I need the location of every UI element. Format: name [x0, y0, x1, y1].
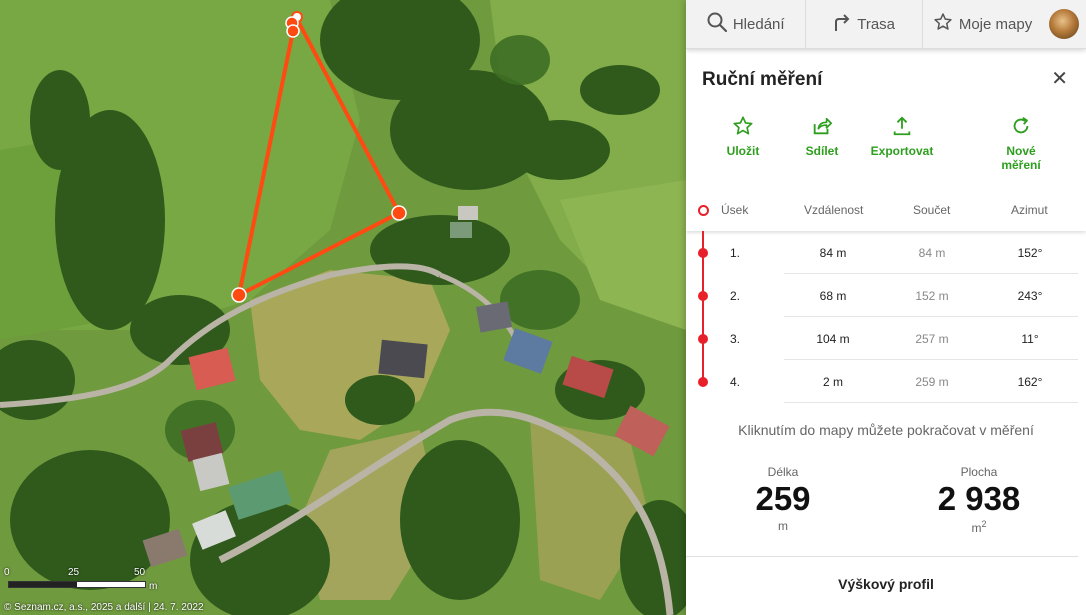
panel-title: Ruční měření — [702, 69, 823, 90]
scale-label-0: 0 — [4, 567, 10, 578]
refresh-icon — [1010, 115, 1032, 144]
length-value: 259 — [755, 480, 811, 517]
segment-distance: 68 m — [819, 289, 847, 303]
area-value: 2 938 — [937, 480, 1021, 517]
satellite-map[interactable] — [0, 0, 686, 615]
scale-line — [8, 581, 146, 588]
measure-point — [391, 205, 407, 221]
col-distance: Vzdálenost — [804, 203, 864, 217]
export-button[interactable]: Exportovat — [870, 115, 934, 158]
route-button[interactable]: Trasa — [806, 0, 923, 48]
table-row[interactable]: 4. 2 m 259 m 162° — [686, 360, 1078, 403]
segment-distance: 2 m — [822, 375, 843, 389]
table-header: Úsek Vzdálenost Součet Azimut — [686, 189, 1086, 231]
length-label: Délka — [767, 465, 799, 479]
area-unit-sup: 2 — [981, 519, 987, 529]
segment-sum: 152 m — [915, 289, 949, 303]
export-icon — [891, 115, 913, 144]
avatar — [1049, 9, 1080, 39]
segment-point-icon — [698, 248, 708, 258]
area-unit-wrap: m2 — [884, 519, 1074, 535]
star-icon — [732, 115, 754, 144]
side-panel: Hledání Trasa Moje mapy Ruční měření ✕ U… — [686, 0, 1086, 615]
elevation-profile-title: Výškový profil — [838, 576, 934, 592]
area-stat: Plocha 2 938 m2 — [884, 465, 1074, 535]
segment-point-icon — [698, 291, 708, 301]
measure-point — [231, 287, 247, 303]
start-point-icon — [698, 205, 709, 216]
search-icon — [707, 12, 727, 36]
search-button[interactable]: Hledání — [686, 0, 807, 48]
share-icon — [811, 115, 833, 144]
segment-azimuth: 243° — [1017, 289, 1043, 303]
share-label: Sdílet — [805, 144, 839, 158]
action-bar: Uložit Sdílet Exportovat Nové měření — [686, 111, 1086, 189]
segment-point-icon — [698, 377, 708, 387]
top-toolbar: Hledání Trasa Moje mapy — [686, 0, 1086, 49]
table-row[interactable]: 3. 104 m 257 m 11° — [686, 317, 1078, 360]
map-view[interactable]: 0 25 50 m © Seznam.cz, a.s., 2025 a dalš… — [0, 0, 686, 615]
export-label: Exportovat — [870, 144, 934, 158]
segment-number: 1. — [730, 246, 741, 260]
continue-hint: Kliknutím do mapy můžete pokračovat v mě… — [738, 422, 1034, 438]
segment-number: 3. — [730, 332, 741, 346]
map-scale: 0 25 50 m — [4, 567, 158, 597]
scale-unit: m — [149, 581, 158, 592]
user-avatar-button[interactable] — [1042, 9, 1086, 39]
scale-label-50: 50 — [134, 567, 146, 578]
area-label: Plocha — [960, 465, 998, 479]
route-arrow-icon — [833, 12, 851, 36]
col-segment: Úsek — [721, 203, 749, 217]
share-button[interactable]: Sdílet — [805, 115, 839, 158]
close-button[interactable]: ✕ — [1051, 69, 1068, 89]
segment-sum: 257 m — [915, 332, 949, 346]
panel-header: Ruční měření ✕ — [686, 49, 1086, 111]
my-maps-label: Moje mapy — [958, 15, 1033, 33]
segment-sum: 84 m — [918, 246, 946, 260]
search-label: Hledání — [732, 15, 785, 33]
area-unit: m — [971, 521, 982, 535]
divider — [686, 556, 1078, 557]
star-outline-icon — [933, 12, 953, 36]
my-maps-button[interactable]: Moje mapy — [923, 0, 1042, 48]
route-label: Trasa — [857, 15, 896, 33]
segment-distance: 104 m — [816, 332, 850, 346]
segment-azimuth: 152° — [1017, 246, 1043, 260]
segment-distance: 84 m — [819, 246, 847, 260]
segment-number: 2. — [730, 289, 741, 303]
scale-label-25: 25 — [68, 567, 80, 578]
measure-point — [286, 24, 300, 38]
segment-sum: 259 m — [915, 375, 949, 389]
col-azimuth: Azimut — [1011, 203, 1048, 217]
length-stat: Délka 259 m — [688, 465, 878, 533]
length-unit: m — [778, 519, 788, 533]
segment-point-icon — [698, 334, 708, 344]
new-measure-label: Nové měření — [1001, 144, 1041, 172]
save-label: Uložit — [726, 144, 760, 158]
segment-azimuth: 11° — [1021, 332, 1039, 346]
save-button[interactable]: Uložit — [726, 115, 760, 158]
segment-azimuth: 162° — [1017, 375, 1043, 389]
map-copyright[interactable]: © Seznam.cz, a.s., 2025 a další | 24. 7.… — [4, 602, 204, 613]
table-row[interactable]: 1. 84 m 84 m 152° — [686, 231, 1078, 274]
segments-table: 1. 84 m 84 m 152° 2. 68 m 152 m 243° 3. … — [686, 231, 1086, 403]
segment-number: 4. — [730, 375, 741, 389]
new-measure-button[interactable]: Nové měření — [998, 115, 1044, 172]
table-row[interactable]: 2. 68 m 152 m 243° — [686, 274, 1078, 317]
col-sum: Součet — [913, 203, 951, 217]
